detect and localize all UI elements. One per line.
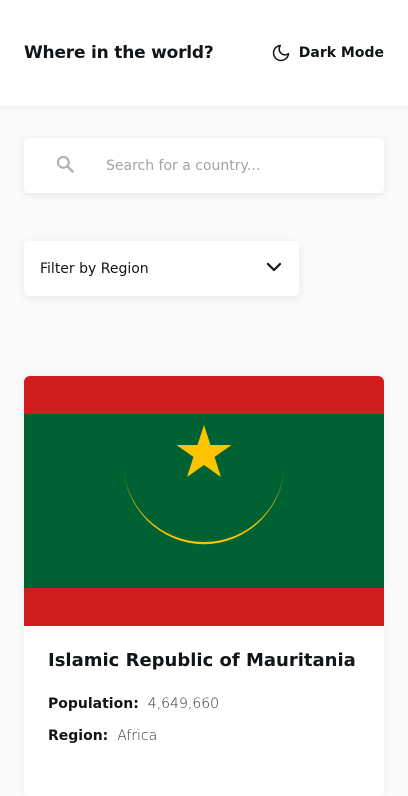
moon-icon — [271, 43, 291, 63]
country-name: Islamic Republic of Mauritania — [48, 650, 356, 671]
population-row: Population: 4,649,660 — [48, 695, 360, 713]
dark-mode-label: Dark Mode — [298, 45, 384, 61]
filter-label: Filter by Region — [40, 260, 149, 277]
search-icon — [24, 154, 106, 174]
country-card[interactable]: Islamic Republic of Mauritania Populatio… — [24, 376, 384, 796]
population-label: Population: — [48, 696, 139, 712]
mauritania-flag — [24, 376, 384, 626]
search-input[interactable] — [106, 157, 356, 174]
app-header: Where in the world? Dark Mode — [0, 0, 408, 106]
region-filter-dropdown[interactable]: Filter by Region — [24, 241, 299, 296]
region-value: Africa — [117, 728, 158, 744]
chevron-down-icon — [265, 258, 283, 280]
region-row: Region: Africa — [48, 727, 360, 745]
population-value: 4,649,660 — [147, 696, 220, 712]
search-bar — [24, 138, 384, 193]
app-title: Where in the world? — [24, 43, 214, 63]
dark-mode-toggle[interactable]: Dark Mode — [271, 43, 384, 63]
region-label: Region: — [48, 728, 109, 744]
